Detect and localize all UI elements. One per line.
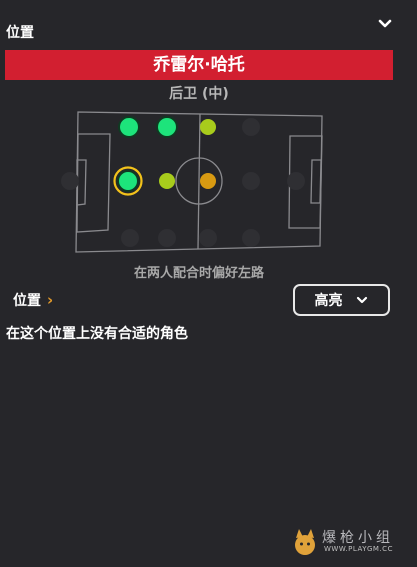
position-dot-mc[interactable] xyxy=(200,173,216,189)
watermark-url: WWW.PLAYGM.CC xyxy=(324,545,393,553)
chevron-right-icon: › xyxy=(47,291,54,309)
position-dot-dl[interactable] xyxy=(118,116,140,138)
player-name: 乔雷尔·哈托 xyxy=(153,55,245,75)
position-dot-wbr[interactable] xyxy=(158,229,176,247)
panel-title: 位置 xyxy=(6,25,34,41)
player-name-banner: 乔雷尔·哈托 xyxy=(5,50,393,80)
position-dot-dc[interactable] xyxy=(117,170,139,192)
highlight-dropdown-value: 高亮 xyxy=(314,293,343,309)
wolf-logo xyxy=(295,529,315,555)
position-dot-mr[interactable] xyxy=(199,229,217,247)
watermark-text: 爆枪小组 xyxy=(322,530,394,546)
position-dot-aml[interactable] xyxy=(242,118,260,136)
chevron-down-icon xyxy=(378,19,392,28)
position-dot-amc[interactable] xyxy=(242,172,260,190)
position-dot-wbl[interactable] xyxy=(156,116,178,138)
panel-header: 位置 xyxy=(0,0,417,42)
preference-note: 在两人配合时偏好左路 xyxy=(133,266,264,281)
watermark: 爆枪小组 WWW.PLAYGM.CC xyxy=(288,525,410,559)
player-role: 后卫 (中) xyxy=(169,86,229,102)
position-dot-st[interactable] xyxy=(287,172,305,190)
chevron-down-icon xyxy=(356,296,367,304)
position-dot-dm[interactable] xyxy=(159,173,175,189)
positions-link-label: 位置 xyxy=(13,293,41,309)
position-dot-dr[interactable] xyxy=(121,229,139,247)
collapse-button[interactable] xyxy=(375,14,395,34)
position-dot-amr[interactable] xyxy=(242,229,260,247)
highlight-dropdown[interactable]: 高亮 xyxy=(293,284,390,316)
position-dot-gk[interactable] xyxy=(61,172,79,190)
positions-link[interactable]: 位置 › xyxy=(13,290,53,310)
empty-roles-message: 在这个位置上没有合适的角色 xyxy=(6,326,188,342)
position-dot-ml[interactable] xyxy=(200,119,216,135)
pitch-lines xyxy=(75,111,323,253)
position-pitch xyxy=(61,111,323,253)
